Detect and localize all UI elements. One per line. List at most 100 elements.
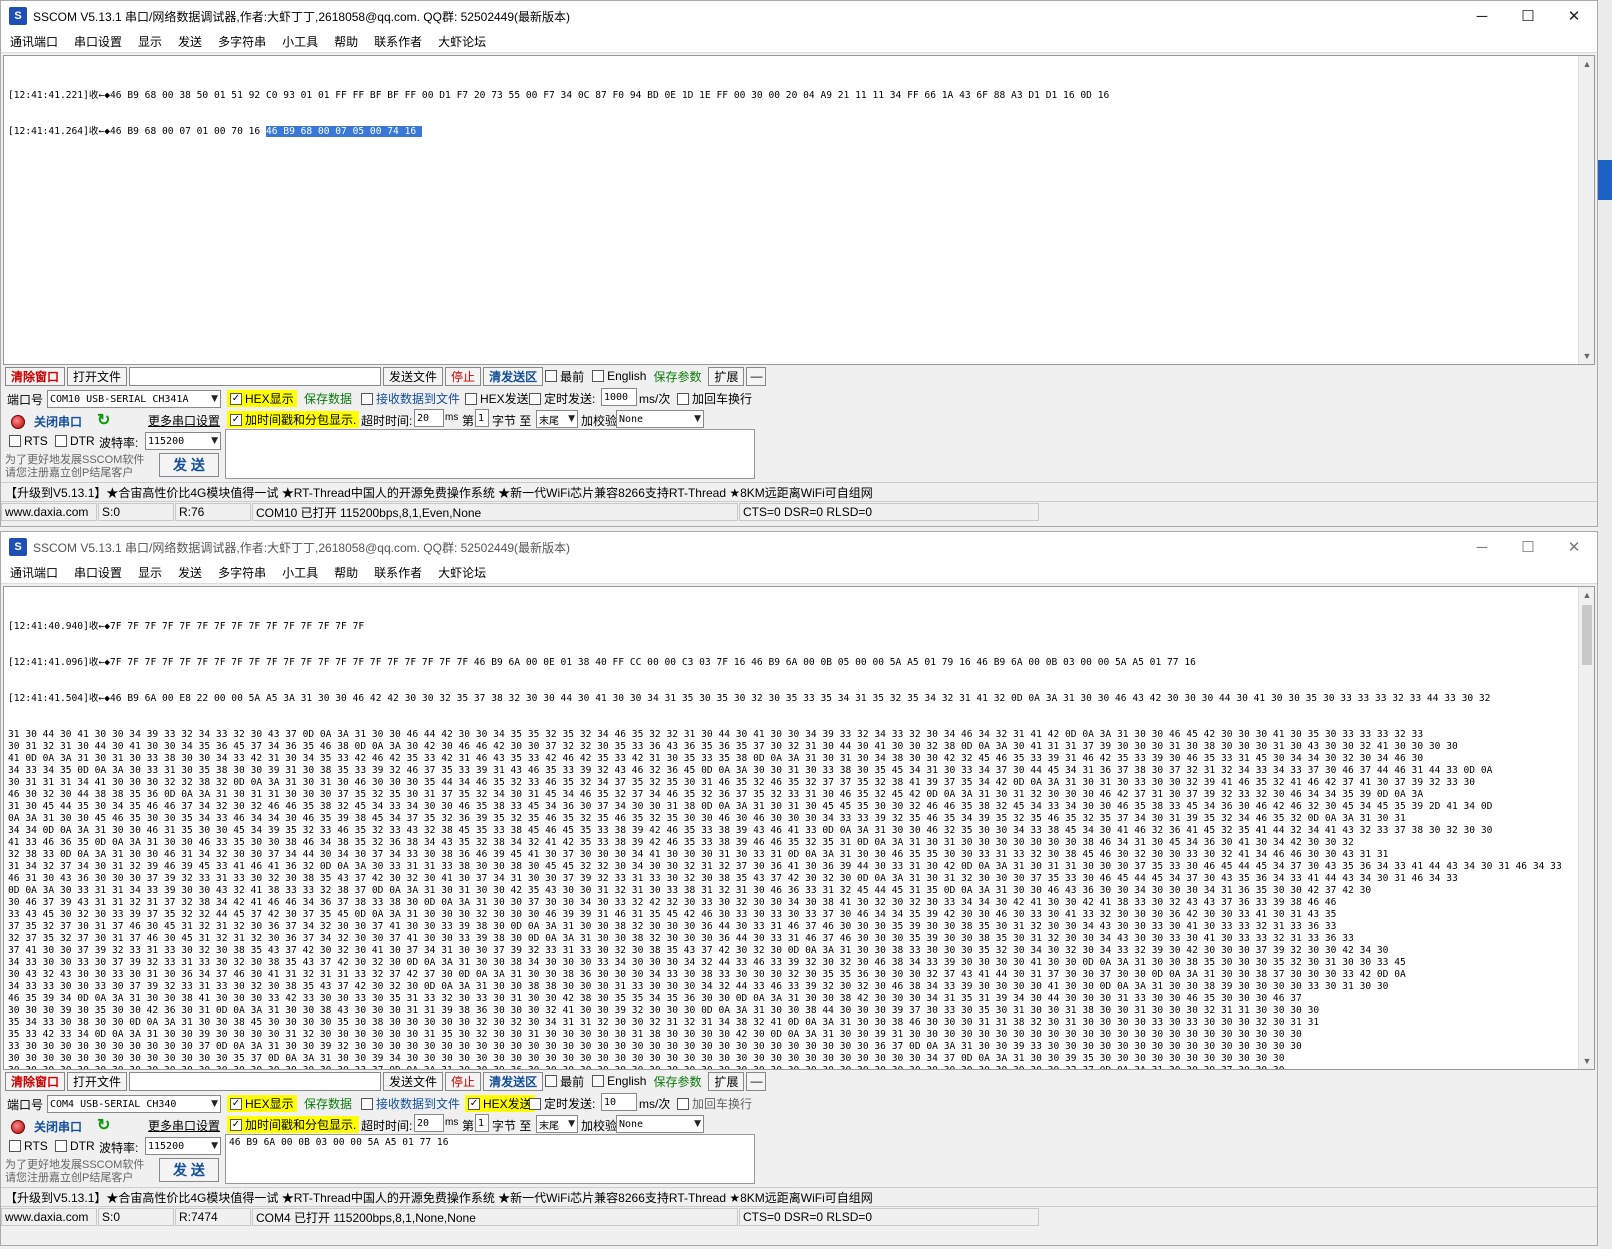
timed-interval-input[interactable]: 1000 [601, 388, 637, 406]
scroll-up-icon[interactable]: ▲ [1579, 587, 1594, 603]
receive-area[interactable]: [12:41:40.940]收←◆7F 7F 7F 7F 7F 7F 7F 7F… [3, 586, 1595, 1070]
rts-checkbox[interactable]: RTS [9, 434, 48, 448]
baud-select[interactable]: 115200 ▼ [145, 432, 221, 450]
timed-interval-input[interactable]: 10 [601, 1093, 637, 1111]
menu-multi-string[interactable]: 多字符串 [209, 33, 273, 50]
end-select[interactable]: 末尾 ▼ [536, 1115, 578, 1133]
timeout-input[interactable]: 20 [414, 409, 444, 427]
send-file-button[interactable]: 发送文件 [383, 1071, 444, 1091]
title-bar[interactable]: S SSCOM V5.13.1 串口/网络数据调试器,作者:大虾丁丁,26180… [1, 1, 1597, 31]
scroll-down-icon[interactable]: ▼ [1579, 348, 1594, 364]
more-serial-settings-link[interactable]: 更多串口设置 [143, 411, 225, 430]
maximize-button[interactable]: ☐ [1505, 1, 1551, 31]
file-path-input[interactable] [129, 366, 382, 386]
hex-send-checkbox[interactable]: ✓ HEX发送 [465, 1095, 535, 1112]
clear-window-button[interactable]: 清除窗口 [5, 1071, 66, 1091]
refresh-icon[interactable]: ↻ [97, 410, 110, 430]
menu-forum[interactable]: 大虾论坛 [429, 33, 493, 50]
hex-send-checkbox[interactable]: HEX发送 [465, 390, 529, 407]
save-data-button[interactable]: 保存数据 [299, 389, 357, 408]
send-button[interactable]: 发 送 [159, 453, 219, 477]
clear-send-area-button[interactable]: 清发送区 [483, 1071, 544, 1091]
byte-index-input[interactable]: 1 [475, 409, 489, 427]
menu-comm-port[interactable]: 通讯端口 [1, 33, 65, 50]
send-text-area[interactable]: 46 B9 6A 00 0B 03 00 00 5A A5 01 77 16 [225, 1134, 755, 1184]
menu-tools[interactable]: 小工具 [273, 564, 325, 581]
menu-contact-author[interactable]: 联系作者 [365, 564, 429, 581]
end-select[interactable]: 末尾 ▼ [536, 410, 578, 428]
expand-button[interactable]: 扩展 [708, 366, 745, 386]
collapse-button[interactable]: — [746, 366, 767, 386]
maximize-button[interactable]: ☐ [1505, 532, 1551, 562]
menu-serial-settings[interactable]: 串口设置 [65, 33, 129, 50]
stop-button[interactable]: 停止 [445, 1071, 482, 1091]
close-button[interactable]: ✕ [1551, 1, 1597, 31]
topmost-checkbox[interactable]: 最前 [545, 368, 584, 385]
timeout-input[interactable]: 20 [414, 1114, 444, 1132]
open-file-button[interactable]: 打开文件 [67, 1071, 128, 1091]
rts-checkbox[interactable]: RTS [9, 1139, 48, 1153]
baud-select[interactable]: 115200 ▼ [145, 1137, 221, 1155]
open-file-button[interactable]: 打开文件 [67, 366, 128, 386]
menu-display[interactable]: 显示 [129, 564, 169, 581]
send-text-area[interactable] [225, 429, 755, 479]
dtr-checkbox[interactable]: DTR [55, 434, 95, 448]
topmost-checkbox[interactable]: 最前 [545, 1073, 584, 1090]
timed-send-checkbox[interactable]: 定时发送: [529, 390, 595, 407]
clear-window-button[interactable]: 清除窗口 [5, 366, 66, 386]
checksum-select[interactable]: None ▼ [616, 1115, 704, 1133]
website-link[interactable]: www.daxia.com [1, 503, 97, 521]
menu-comm-port[interactable]: 通讯端口 [1, 564, 65, 581]
receive-scrollbar[interactable]: ▲ ▼ [1578, 56, 1594, 364]
ad-bar[interactable]: 【升级到V5.13.1】★合宙高性价比4G模块值得一试 ★RT-Thread中国… [1, 1187, 1597, 1207]
clear-send-area-button[interactable]: 清发送区 [483, 366, 544, 386]
port-select[interactable]: COM10 USB-SERIAL CH341A ▼ [47, 390, 221, 408]
stop-button[interactable]: 停止 [445, 366, 482, 386]
minimize-button[interactable]: ─ [1459, 1, 1505, 31]
menu-tools[interactable]: 小工具 [273, 33, 325, 50]
refresh-icon[interactable]: ↻ [97, 1115, 110, 1135]
title-bar[interactable]: S SSCOM V5.13.1 串口/网络数据调试器,作者:大虾丁丁,26180… [1, 532, 1597, 562]
receive-to-file-checkbox[interactable]: 接收数据到文件 [361, 390, 460, 407]
receive-scrollbar[interactable]: ▲ ▼ [1578, 587, 1594, 1069]
byte-index-input[interactable]: 1 [475, 1114, 489, 1132]
receive-to-file-checkbox[interactable]: 接收数据到文件 [361, 1095, 460, 1112]
file-path-input[interactable] [129, 1071, 382, 1091]
checksum-select[interactable]: None ▼ [616, 410, 704, 428]
scroll-up-icon[interactable]: ▲ [1579, 56, 1594, 72]
add-crlf-checkbox[interactable]: 加回车换行 [677, 1095, 752, 1112]
website-link[interactable]: www.daxia.com [1, 1208, 97, 1226]
minimize-button[interactable]: ─ [1459, 532, 1505, 562]
timestamp-checkbox[interactable]: ✓ 加时间戳和分包显示. [227, 1116, 360, 1133]
close-port-button[interactable]: 关闭串口 [29, 1117, 87, 1136]
port-select[interactable]: COM4 USB-SERIAL CH340 ▼ [47, 1095, 221, 1113]
close-port-button[interactable]: 关闭串口 [29, 412, 87, 431]
hex-display-checkbox[interactable]: ✓ HEX显示 [227, 1095, 297, 1112]
english-checkbox[interactable]: English [592, 1074, 646, 1088]
add-crlf-checkbox[interactable]: 加回车换行 [677, 390, 752, 407]
hex-display-checkbox[interactable]: ✓ HEX显示 [227, 390, 297, 407]
menu-send[interactable]: 发送 [169, 564, 209, 581]
save-data-button[interactable]: 保存数据 [299, 1094, 357, 1113]
english-checkbox[interactable]: English [592, 369, 646, 383]
scroll-thumb[interactable] [1582, 605, 1592, 665]
scroll-down-icon[interactable]: ▼ [1579, 1053, 1594, 1069]
close-button[interactable]: ✕ [1551, 532, 1597, 562]
send-file-button[interactable]: 发送文件 [383, 366, 444, 386]
menu-contact-author[interactable]: 联系作者 [365, 33, 429, 50]
menu-send[interactable]: 发送 [169, 33, 209, 50]
more-serial-settings-link[interactable]: 更多串口设置 [143, 1116, 225, 1135]
send-button[interactable]: 发 送 [159, 1158, 219, 1182]
menu-display[interactable]: 显示 [129, 33, 169, 50]
menu-multi-string[interactable]: 多字符串 [209, 564, 273, 581]
timestamp-checkbox[interactable]: ✓ 加时间戳和分包显示. [227, 411, 360, 428]
collapse-button[interactable]: — [746, 1071, 767, 1091]
receive-area[interactable]: [12:41:41.221]收←◆46 B9 68 00 38 50 01 51… [3, 55, 1595, 365]
save-params-button[interactable]: 保存参数 [648, 367, 706, 386]
expand-button[interactable]: 扩展 [708, 1071, 745, 1091]
promo-text[interactable]: 为了更好地发展SSCOM软件 请您注册嘉立创P结尾客户 [5, 1159, 155, 1185]
menu-help[interactable]: 帮助 [325, 564, 365, 581]
menu-serial-settings[interactable]: 串口设置 [65, 564, 129, 581]
save-params-button[interactable]: 保存参数 [648, 1072, 706, 1091]
dtr-checkbox[interactable]: DTR [55, 1139, 95, 1153]
